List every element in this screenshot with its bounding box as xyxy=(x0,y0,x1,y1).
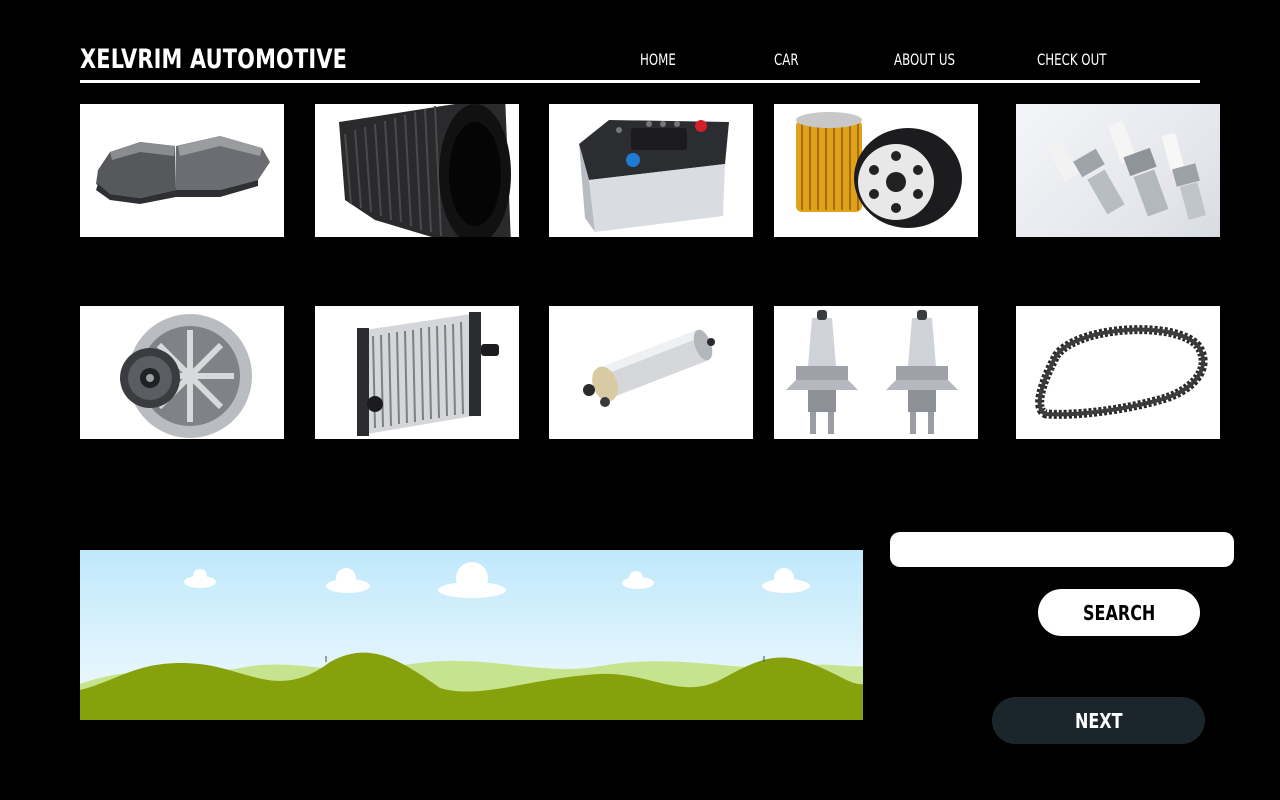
next-button[interactable]: NEXT xyxy=(992,697,1205,744)
product-tile-alternator[interactable] xyxy=(80,306,284,439)
car-battery-icon xyxy=(579,120,729,232)
landscape-banner-image xyxy=(80,550,863,720)
landscape-banner xyxy=(80,550,863,720)
nav-about-us[interactable]: ABOUT US xyxy=(894,50,955,69)
radiator-icon xyxy=(357,312,499,436)
nav-home[interactable]: HOME xyxy=(640,50,676,69)
headlight-bulbs-icon xyxy=(786,310,958,434)
product-tile-brake-pads[interactable] xyxy=(80,104,284,237)
alternator-icon xyxy=(120,314,252,438)
air-filter-icon xyxy=(339,104,511,237)
search-button[interactable]: SEARCH xyxy=(1038,589,1200,636)
product-tile-spark-plugs[interactable] xyxy=(1016,104,1220,237)
product-tile-car-battery[interactable] xyxy=(549,104,753,237)
nav-check-out[interactable]: CHECK OUT xyxy=(1037,50,1106,69)
product-tile-timing-belt[interactable] xyxy=(1016,306,1220,439)
product-tile-headlight-bulbs[interactable] xyxy=(774,306,978,439)
search-input[interactable] xyxy=(890,532,1234,567)
product-tile-radiator[interactable] xyxy=(315,306,519,439)
brand-title: XELVRIM AUTOMOTIVE xyxy=(80,44,348,75)
fuel-pump-icon xyxy=(583,329,715,407)
nav-car[interactable]: CAR xyxy=(774,50,799,69)
brake-pads-icon xyxy=(96,136,270,204)
oil-filters-icon xyxy=(796,112,962,228)
header-divider xyxy=(80,80,1200,83)
product-tile-fuel-pump[interactable] xyxy=(549,306,753,439)
next-button-label: NEXT xyxy=(1074,708,1123,733)
search-button-label: SEARCH xyxy=(1082,600,1156,625)
product-tile-oil-filters[interactable] xyxy=(774,104,978,237)
product-tile-air-filter[interactable] xyxy=(315,104,519,237)
timing-belt-icon xyxy=(1035,325,1208,419)
spark-plugs-icon xyxy=(1045,120,1207,220)
